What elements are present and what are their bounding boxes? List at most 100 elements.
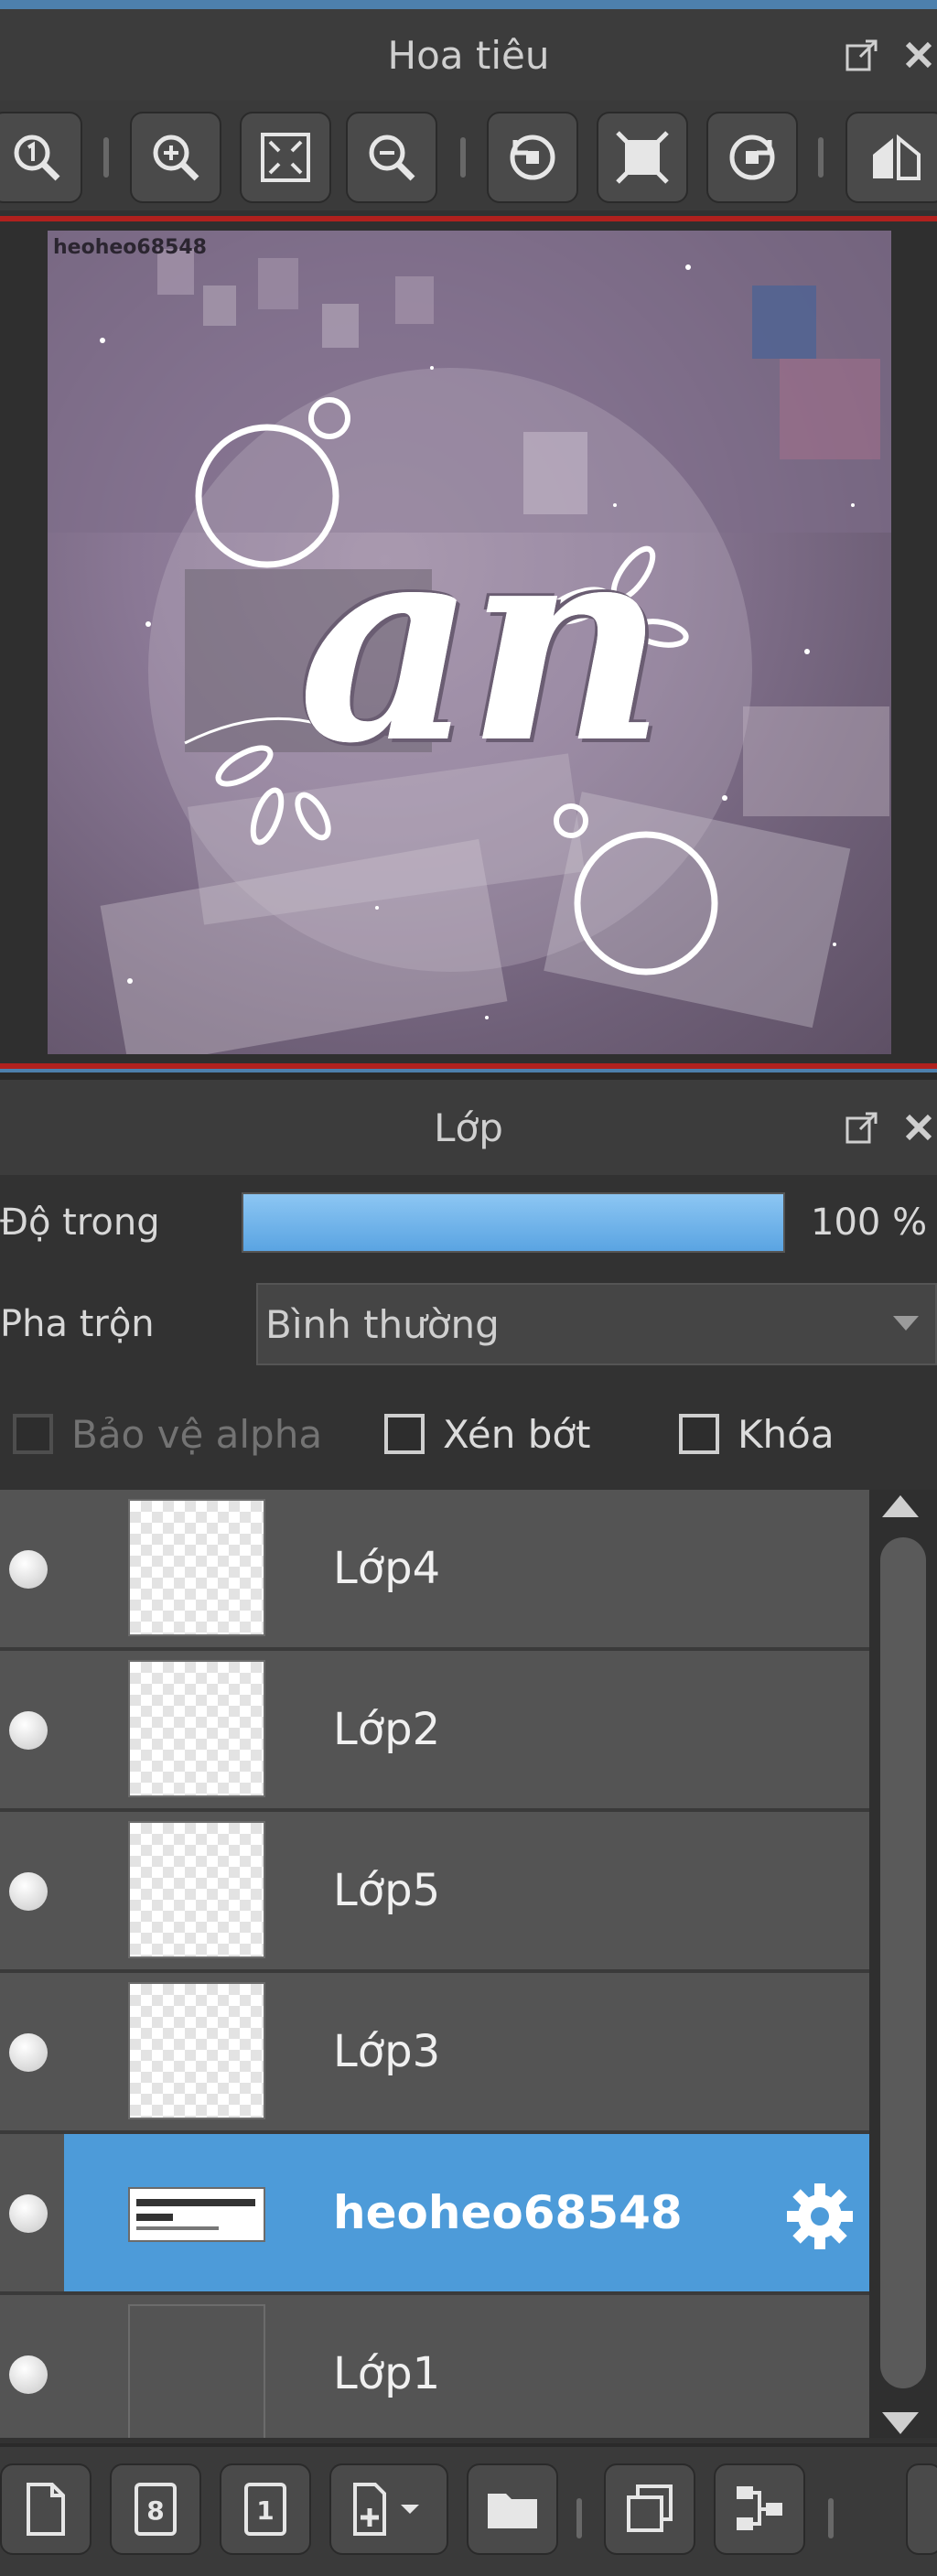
new-1bit-layer-button[interactable]: 1 [220, 2463, 311, 2555]
artwork-title-text: an [297, 480, 667, 803]
window-top-accent [0, 0, 937, 9]
visibility-toggle-icon[interactable] [9, 2355, 48, 2394]
protect-alpha-label: Bảo vệ alpha [71, 1411, 323, 1457]
rotate-left-button[interactable] [487, 112, 578, 203]
layer-name: Lớp4 [333, 1543, 441, 1594]
layer-thumbnail [128, 1499, 265, 1636]
duplicate-layer-icon [627, 2484, 673, 2532]
close-icon[interactable] [900, 1109, 937, 1146]
gear-icon[interactable] [783, 2180, 856, 2253]
fit-window-button[interactable] [240, 112, 331, 203]
layer-thumbnail [128, 1660, 265, 1797]
add-layer-dropdown-button[interactable] [329, 2463, 448, 2555]
layers-list[interactable]: Lớp4 Lớp2 Lớp5 Lớp3 heoheo68548 Lớp1 [0, 1490, 869, 2438]
layer-name: heoheo68548 [333, 2186, 683, 2239]
new-8bit-layer-button[interactable]: 8 [110, 2463, 201, 2555]
layer-name: Lớp1 [333, 2348, 441, 2399]
navigator-panel-header: Hoa tiêu [0, 9, 937, 101]
zoom-reset-icon [14, 135, 60, 181]
layers-scrollbar[interactable] [869, 1490, 937, 2438]
opacity-slider[interactable] [242, 1192, 785, 1253]
new-layer-icon [27, 2483, 65, 2536]
flip-horizontal-icon [873, 134, 921, 180]
blend-mode-label: Pha trộn [0, 1303, 155, 1345]
layer-row-selected[interactable]: heoheo68548 [0, 2134, 869, 2295]
protect-alpha-checkbox [13, 1414, 53, 1454]
layer-name: Lớp2 [333, 1704, 441, 1755]
add-layer-dropdown-icon [353, 2483, 419, 2536]
layer-thumbnail [128, 1821, 265, 1958]
panel-splitter[interactable] [0, 1069, 937, 1080]
clip-label: Xén bớt [443, 1411, 591, 1457]
merge-layer-button[interactable] [714, 2463, 805, 2555]
zoom-reset-button[interactable] [0, 112, 82, 203]
toolbar-divider [103, 137, 109, 178]
lock-option[interactable]: Khóa [679, 1393, 835, 1475]
layer-thumbnail [128, 1982, 265, 2119]
visibility-toggle-icon[interactable] [9, 2194, 48, 2233]
svg-text:8: 8 [146, 2495, 164, 2526]
navigator-toolbar [0, 101, 937, 210]
lock-label: Khóa [738, 1411, 835, 1457]
actual-size-button[interactable] [597, 112, 688, 203]
text-layer-thumbnail-graphic [136, 2199, 255, 2230]
fit-window-icon [261, 133, 310, 182]
visibility-toggle-icon[interactable] [9, 2033, 48, 2072]
watermark-text: heoheo68548 [53, 236, 207, 259]
opacity-label: Độ trong [0, 1202, 160, 1244]
new-folder-icon [488, 2494, 537, 2528]
blend-mode-select[interactable]: Bình thường [256, 1283, 937, 1365]
new-1bit-layer-icon: 1 [244, 2483, 286, 2536]
zoom-out-button[interactable] [346, 112, 437, 203]
new-8bit-layer-icon: 8 [135, 2483, 177, 2536]
toolbar-divider [576, 2498, 582, 2538]
popout-icon[interactable] [844, 1109, 880, 1146]
more-actions-button[interactable] [906, 2463, 937, 2555]
layer-name: Lớp5 [333, 1865, 441, 1916]
toolbar-divider [828, 2498, 834, 2538]
protect-alpha-option: Bảo vệ alpha [13, 1393, 322, 1475]
clip-checkbox[interactable] [384, 1414, 425, 1454]
layer-thumbnail [128, 2304, 265, 2438]
visibility-toggle-icon[interactable] [9, 1550, 48, 1589]
layer-row[interactable]: Lớp4 [0, 1490, 869, 1651]
layer-panel-header: Lớp [0, 1080, 937, 1175]
new-folder-button[interactable] [467, 2463, 558, 2555]
scrollbar-thumb[interactable] [880, 1537, 926, 2388]
chevron-down-icon [893, 1316, 919, 1331]
toolbar-divider [818, 137, 824, 178]
navigator-canvas-preview[interactable]: heoheo68548 an [48, 231, 891, 1054]
svg-text:1: 1 [256, 2495, 274, 2526]
visibility-toggle-icon[interactable] [9, 1872, 48, 1911]
lock-checkbox[interactable] [679, 1414, 719, 1454]
actual-size-icon [616, 131, 669, 184]
blend-mode-value: Bình thường [265, 1301, 500, 1347]
layer-row[interactable]: Lớp1 [0, 2295, 869, 2438]
toolbar-divider [460, 137, 466, 178]
layer-panel-title: Lớp [434, 1105, 503, 1150]
rotate-right-button[interactable] [706, 112, 798, 203]
layer-row[interactable]: Lớp3 [0, 1973, 869, 2134]
popout-icon[interactable] [844, 37, 880, 73]
layer-actions-toolbar: 8 1 [0, 2443, 937, 2576]
layer-row[interactable]: Lớp2 [0, 1651, 869, 1812]
scroll-up-icon[interactable] [882, 1495, 919, 1517]
zoom-in-icon [153, 135, 199, 181]
navigator-preview-area[interactable]: heoheo68548 an [0, 216, 937, 1069]
merge-layer-icon [737, 2486, 782, 2530]
zoom-out-icon [369, 135, 415, 181]
layer-thumbnail [128, 2187, 265, 2242]
zoom-in-button[interactable] [130, 112, 221, 203]
layer-name: Lớp3 [333, 2026, 441, 2077]
opacity-value: 100 % [811, 1202, 928, 1244]
close-icon[interactable] [900, 37, 937, 73]
scroll-down-icon[interactable] [882, 2412, 919, 2434]
duplicate-layer-button[interactable] [604, 2463, 695, 2555]
opacity-slider-fill [243, 1194, 783, 1251]
rotate-right-icon [729, 135, 775, 180]
layer-row[interactable]: Lớp5 [0, 1812, 869, 1973]
new-layer-button[interactable] [0, 2463, 92, 2555]
clip-option[interactable]: Xén bớt [384, 1393, 591, 1475]
flip-horizontal-button[interactable] [845, 112, 937, 203]
visibility-toggle-icon[interactable] [9, 1711, 48, 1750]
